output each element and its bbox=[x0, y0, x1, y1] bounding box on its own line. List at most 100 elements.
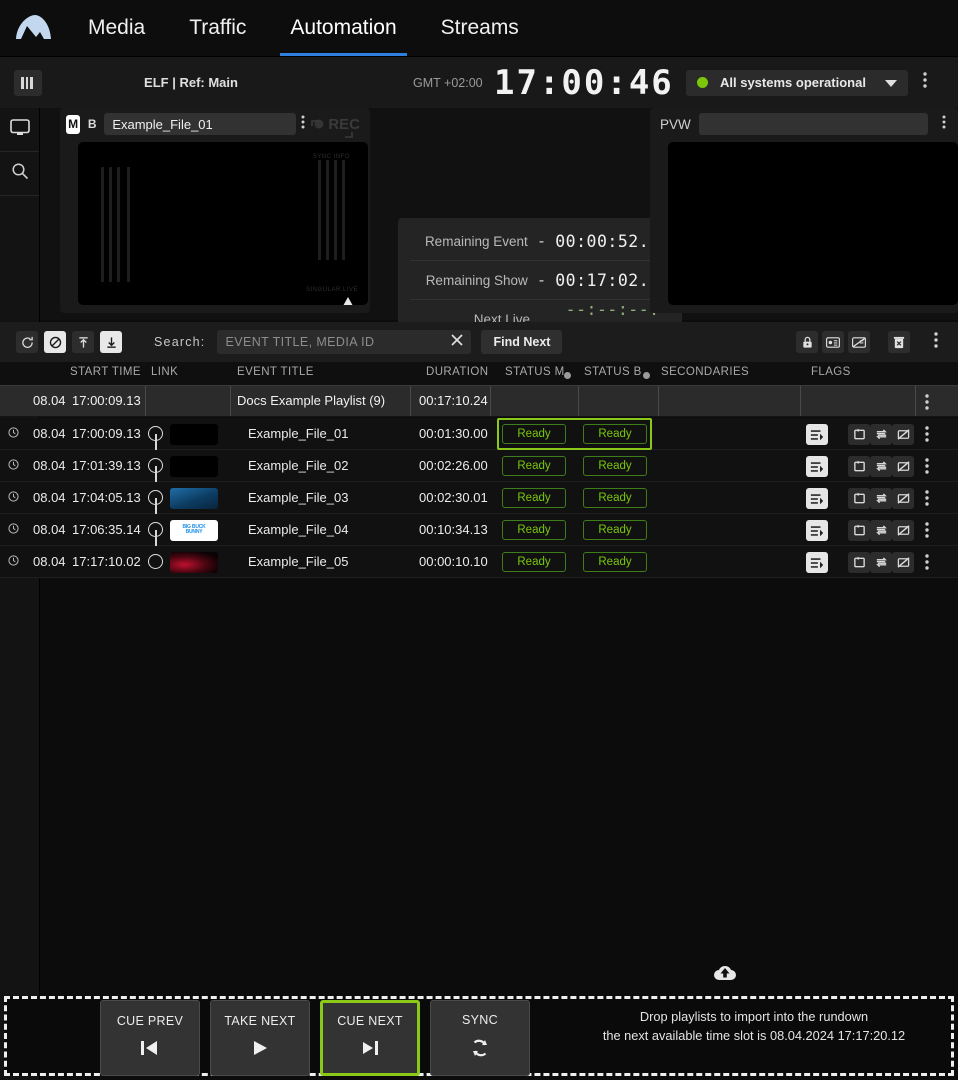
nav-tab-automation[interactable]: Automation bbox=[268, 0, 418, 56]
rail-item-search[interactable] bbox=[0, 152, 39, 196]
lock-icon[interactable] bbox=[796, 331, 818, 353]
cue-prev-button[interactable]: CUE PREV bbox=[100, 1000, 200, 1076]
row-duration: 00:10:34.13 bbox=[419, 522, 488, 537]
row-more-options-icon[interactable] bbox=[925, 490, 929, 509]
rail-item-monitor[interactable] bbox=[0, 108, 39, 152]
row-status-m[interactable]: Ready bbox=[502, 520, 566, 540]
mountain-logo-icon[interactable] bbox=[0, 14, 66, 42]
row-status-b[interactable]: Ready bbox=[583, 488, 647, 508]
event-clock-icon[interactable] bbox=[8, 426, 19, 441]
row-status-b[interactable]: Ready bbox=[583, 456, 647, 476]
row-more-options-icon[interactable] bbox=[925, 426, 929, 445]
card-list-off-icon[interactable] bbox=[848, 331, 870, 353]
row-thumbnail[interactable]: BIG BUCKBUNNY bbox=[170, 520, 218, 541]
row-status-m[interactable]: Ready bbox=[502, 488, 566, 508]
column-header-status-m[interactable]: STATUS M bbox=[505, 366, 565, 378]
event-clock-icon[interactable] bbox=[8, 458, 19, 473]
table-row[interactable]: 08.0417:17:10.02Example_File_0500:00:10.… bbox=[0, 546, 958, 578]
swap-icon[interactable] bbox=[870, 552, 892, 573]
row-status-b[interactable]: Ready bbox=[583, 520, 647, 540]
row-thumbnail[interactable] bbox=[170, 552, 218, 573]
rundown-more-options-icon[interactable] bbox=[934, 332, 938, 353]
table-row[interactable]: 08.0417:04:05.13Example_File_0300:02:30.… bbox=[0, 482, 958, 514]
column-header-start-time[interactable]: START TIME bbox=[70, 366, 141, 378]
table-row[interactable]: 08.0417:00:09.13Example_File_0100:01:30.… bbox=[0, 418, 958, 450]
column-header-event-title[interactable]: EVENT TITLE bbox=[237, 366, 314, 378]
channel-badge-m[interactable]: M bbox=[66, 115, 80, 134]
row-status-m[interactable]: Ready bbox=[502, 456, 566, 476]
playlist-item-icon[interactable] bbox=[806, 552, 828, 573]
cue-next-button[interactable]: CUE NEXT bbox=[320, 1000, 420, 1076]
nav-tab-streams[interactable]: Streams bbox=[419, 0, 541, 56]
column-header-secondaries[interactable]: SECONDARIES bbox=[661, 366, 749, 378]
event-clock-icon[interactable] bbox=[8, 522, 19, 537]
column-header-flags[interactable]: FLAGS bbox=[811, 366, 851, 378]
card-list-icon[interactable] bbox=[822, 331, 844, 353]
block-icon[interactable] bbox=[44, 331, 66, 353]
status-m-sort-dot-icon[interactable] bbox=[564, 370, 571, 382]
nav-tab-traffic[interactable]: Traffic bbox=[167, 0, 268, 56]
program-more-options-icon[interactable] bbox=[301, 115, 305, 134]
delete-icon[interactable] bbox=[888, 331, 910, 353]
channel-badge-b[interactable]: B bbox=[85, 115, 99, 134]
system-status-dropdown[interactable]: All systems operational bbox=[686, 70, 908, 96]
row-thumbnail[interactable] bbox=[170, 424, 218, 445]
search-input[interactable] bbox=[225, 335, 451, 349]
program-clip-name-input[interactable] bbox=[104, 113, 296, 135]
link-handle[interactable] bbox=[148, 554, 163, 569]
playlist-item-icon[interactable] bbox=[806, 456, 828, 477]
sync-button[interactable]: SYNC bbox=[430, 1000, 530, 1076]
preview-clip-name-input[interactable] bbox=[699, 113, 928, 135]
playlist-group-row[interactable]: 08.04 17:00:09.13 Docs Example Playlist … bbox=[0, 385, 958, 417]
status-b-sort-dot-icon[interactable] bbox=[643, 370, 650, 382]
row-more-options-icon[interactable] bbox=[925, 554, 929, 573]
loop-icon[interactable] bbox=[848, 520, 870, 541]
move-to-top-icon[interactable] bbox=[72, 331, 94, 353]
search-box[interactable] bbox=[217, 330, 471, 354]
status-bar-more-options-icon[interactable] bbox=[923, 72, 927, 93]
swap-icon[interactable] bbox=[870, 488, 892, 509]
take-next-button[interactable]: TAKE NEXT bbox=[210, 1000, 310, 1076]
swap-icon[interactable] bbox=[870, 456, 892, 477]
event-clock-icon[interactable] bbox=[8, 554, 19, 569]
playlist-row-more-options-icon[interactable] bbox=[925, 394, 929, 413]
row-thumbnail[interactable] bbox=[170, 488, 218, 509]
preview-more-options-icon[interactable] bbox=[936, 115, 952, 134]
playlist-item-icon[interactable] bbox=[806, 424, 828, 445]
preview-video[interactable] bbox=[668, 142, 958, 305]
row-status-b[interactable]: Ready bbox=[583, 552, 647, 572]
loop-icon[interactable] bbox=[848, 456, 870, 477]
hide-icon[interactable] bbox=[892, 424, 914, 445]
hide-icon[interactable] bbox=[892, 520, 914, 541]
loop-icon[interactable] bbox=[848, 488, 870, 509]
swap-icon[interactable] bbox=[870, 520, 892, 541]
table-row[interactable]: 08.0417:01:39.13Example_File_0200:02:26.… bbox=[0, 450, 958, 482]
row-more-options-icon[interactable] bbox=[925, 458, 929, 477]
loop-icon[interactable] bbox=[848, 552, 870, 573]
row-status-m[interactable]: Ready bbox=[502, 424, 566, 444]
playlist-item-icon[interactable] bbox=[806, 520, 828, 541]
row-thumbnail[interactable] bbox=[170, 456, 218, 477]
refresh-icon[interactable] bbox=[16, 331, 38, 353]
column-header-duration[interactable]: DURATION bbox=[426, 366, 488, 378]
column-header-link[interactable]: LINK bbox=[151, 366, 178, 378]
nav-tab-media[interactable]: Media bbox=[66, 0, 167, 56]
event-clock-icon[interactable] bbox=[8, 490, 19, 505]
table-row[interactable]: 08.0417:06:35.14BIG BUCKBUNNYExample_Fil… bbox=[0, 514, 958, 546]
loop-icon[interactable] bbox=[848, 424, 870, 445]
playlist-item-icon[interactable] bbox=[806, 488, 828, 509]
row-status-b[interactable]: Ready bbox=[583, 424, 647, 444]
hide-icon[interactable] bbox=[892, 488, 914, 509]
program-video[interactable]: SYNC INFO SINGULAR.LIVE bbox=[78, 142, 368, 305]
row-status-m[interactable]: Ready bbox=[502, 552, 566, 572]
grid-view-icon[interactable] bbox=[14, 70, 42, 96]
record-indicator[interactable]: REC bbox=[310, 116, 364, 133]
column-header-status-b[interactable]: STATUS B bbox=[584, 366, 642, 378]
hide-icon[interactable] bbox=[892, 456, 914, 477]
swap-icon[interactable] bbox=[870, 424, 892, 445]
row-more-options-icon[interactable] bbox=[925, 522, 929, 541]
move-to-bottom-icon[interactable] bbox=[100, 331, 122, 353]
clear-search-icon[interactable] bbox=[451, 333, 463, 351]
find-next-button[interactable]: Find Next bbox=[481, 330, 562, 354]
hide-icon[interactable] bbox=[892, 552, 914, 573]
